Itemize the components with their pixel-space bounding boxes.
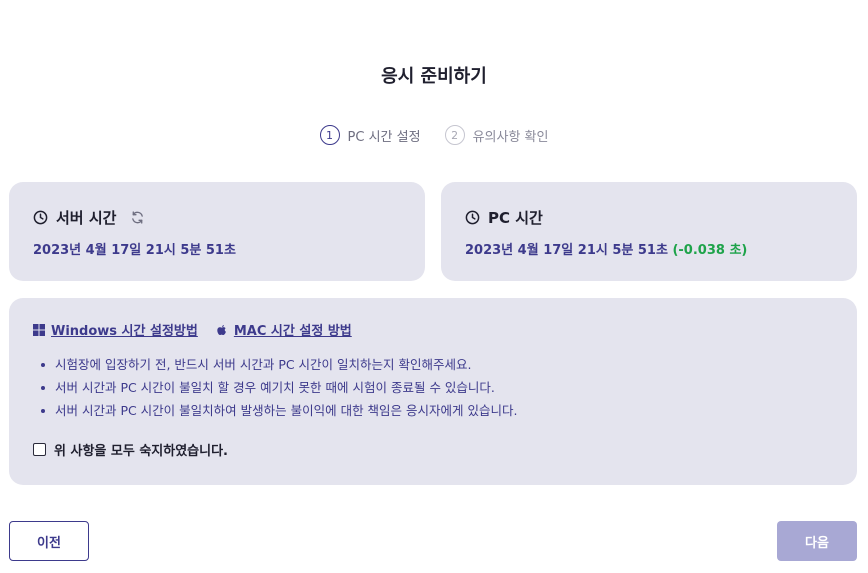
pc-time-title: PC 시간	[488, 209, 543, 227]
windows-guide-link[interactable]: Windows 시간 설정방법	[33, 320, 198, 339]
pc-time-line: 2023년 4월 17일 21시 5분 51초 (-0.038 초)	[465, 239, 833, 258]
agreement-label[interactable]: 위 사항을 모두 숙지하였습니다.	[54, 440, 228, 459]
pc-time-card: PC 시간 2023년 4월 17일 21시 5분 51초 (-0.038 초)	[441, 182, 857, 281]
time-difference: (-0.038 초)	[672, 243, 748, 258]
clock-icon	[33, 210, 48, 225]
step-indicator: 1 PC 시간 설정 2 유의사항 확인	[0, 123, 868, 147]
page-title: 응시 준비하기	[381, 66, 487, 87]
step-2-number: 2	[444, 125, 465, 145]
server-time-card: 서버 시간 2023년 4월 17일 21시 5분 51초	[9, 182, 425, 281]
step-2: 2 유의사항 확인	[444, 125, 549, 145]
notice-item: 시험장에 입장하기 전, 반드시 서버 시간과 PC 시간이 일치하는지 확인해…	[33, 353, 833, 376]
server-time-value: 2023년 4월 17일 21시 5분 51초	[33, 243, 236, 258]
agreement-row[interactable]: 위 사항을 모두 숙지하였습니다.	[33, 440, 833, 459]
step-1-label: PC 시간 설정	[347, 129, 421, 145]
clock-icon	[465, 210, 480, 225]
notice-card: Windows 시간 설정방법 MAC 시간 설정 방법 시험장에 입장하기 전…	[9, 298, 857, 485]
mac-guide-label: MAC 시간 설정 방법	[233, 324, 352, 339]
notice-list: 시험장에 입장하기 전, 반드시 서버 시간과 PC 시간이 일치하는지 확인해…	[33, 353, 833, 422]
server-time-title: 서버 시간	[56, 209, 117, 227]
next-button[interactable]: 다음	[777, 521, 857, 561]
notice-item: 서버 시간과 PC 시간이 불일치 할 경우 예기치 못한 때에 시험이 종료될…	[33, 376, 833, 399]
prev-button[interactable]: 이전	[9, 521, 89, 561]
server-time-header: 서버 시간	[33, 207, 401, 228]
pc-time-header: PC 시간	[465, 207, 833, 228]
apple-icon	[217, 324, 226, 335]
pc-time-value: 2023년 4월 17일 21시 5분 51초	[465, 243, 668, 258]
refresh-icon[interactable]	[130, 210, 145, 225]
agreement-checkbox[interactable]	[33, 443, 46, 456]
mac-guide-link[interactable]: MAC 시간 설정 방법	[216, 320, 352, 339]
notice-item: 서버 시간과 PC 시간이 불일치하여 발생하는 불이익에 대한 책임은 응시자…	[33, 399, 833, 422]
step-2-label: 유의사항 확인	[472, 129, 549, 145]
windows-guide-label: Windows 시간 설정방법	[51, 324, 198, 339]
step-1-number: 1	[319, 125, 340, 145]
windows-icon	[33, 323, 45, 336]
step-1: 1 PC 시간 설정	[319, 125, 421, 145]
guide-links: Windows 시간 설정방법 MAC 시간 설정 방법	[33, 320, 833, 339]
